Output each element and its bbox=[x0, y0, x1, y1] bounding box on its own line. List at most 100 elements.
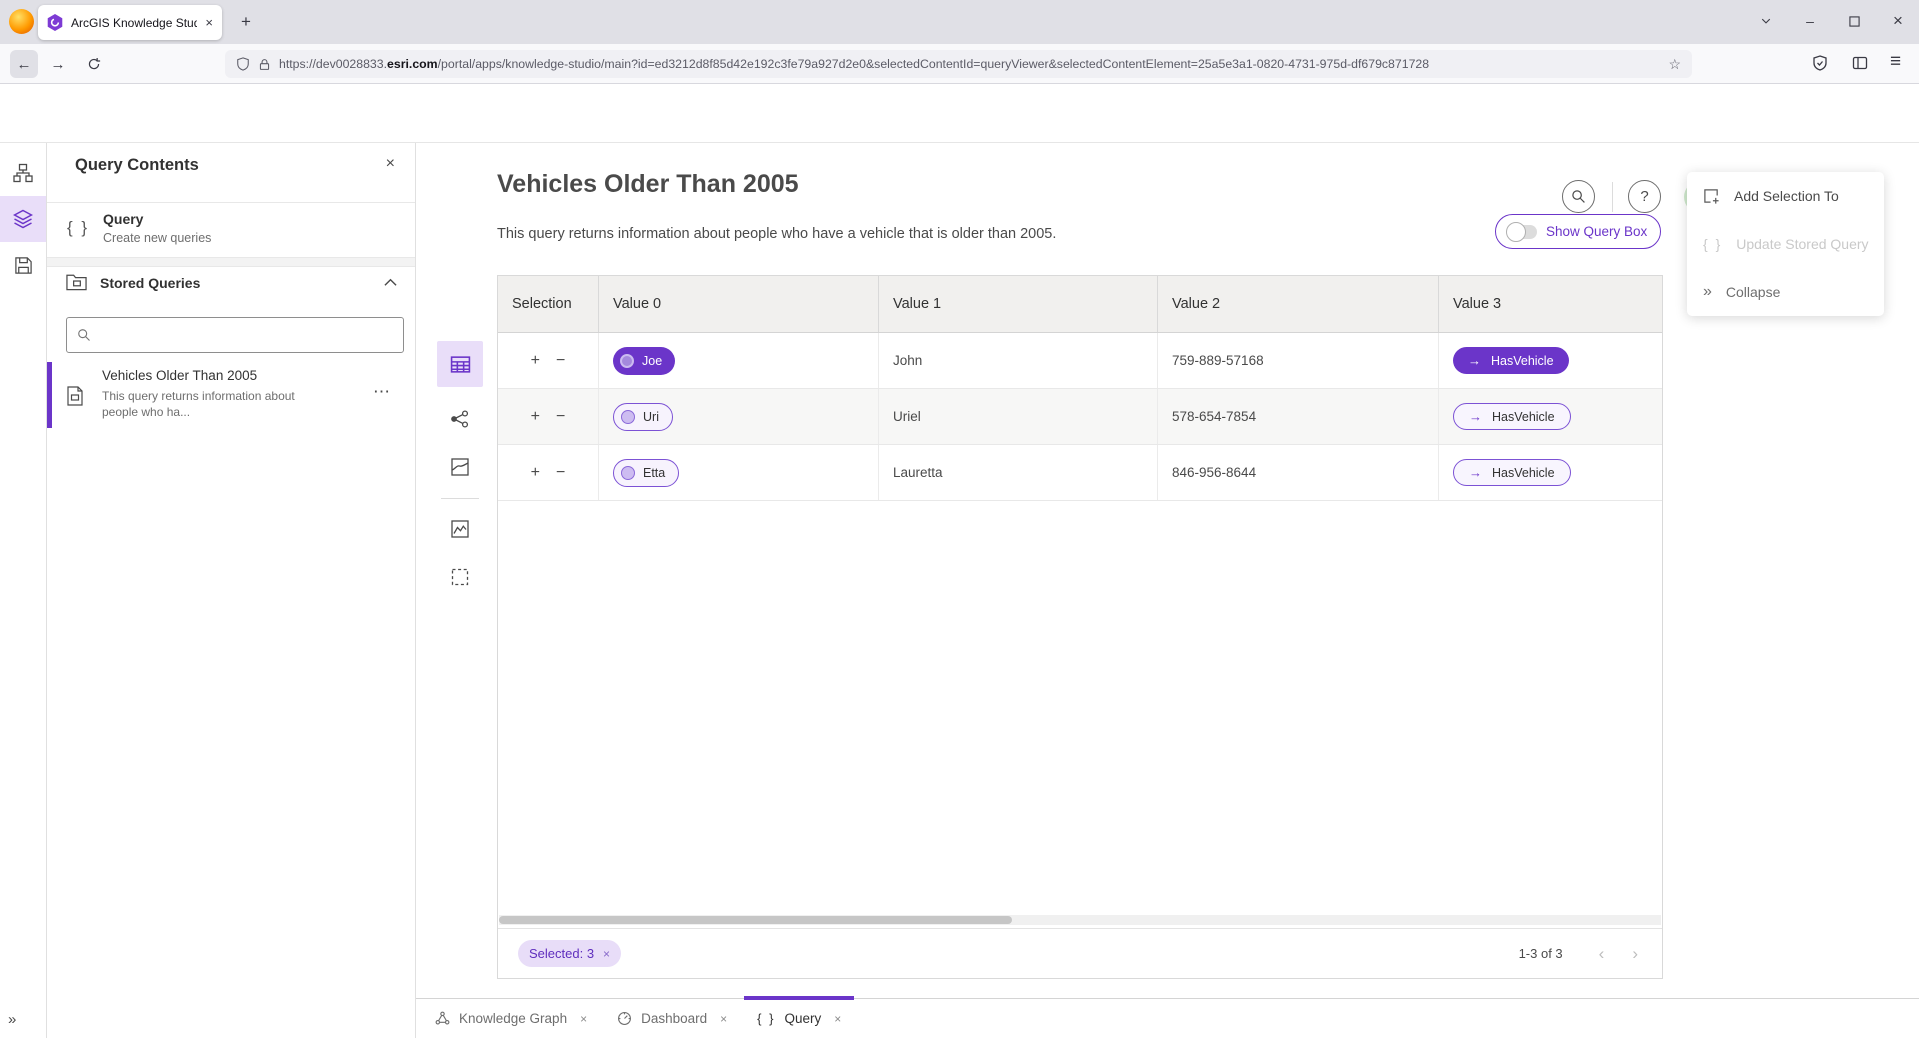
question-icon: ? bbox=[1640, 188, 1648, 205]
stored-queries-title: Stored Queries bbox=[100, 275, 200, 291]
query-item-title: Query bbox=[103, 211, 143, 227]
rail-item-data-model[interactable] bbox=[0, 150, 46, 196]
stored-query-description: This query returns information about peo… bbox=[102, 388, 295, 420]
rail-item-save[interactable] bbox=[0, 242, 46, 288]
sidebars-icon[interactable] bbox=[1852, 55, 1868, 71]
row-select-add-icon[interactable]: + bbox=[531, 352, 540, 370]
relationship-arrow-icon: → bbox=[1469, 409, 1482, 424]
list-tabs-icon[interactable] bbox=[1751, 6, 1781, 36]
entity-type-icon bbox=[621, 466, 635, 480]
search-button[interactable] bbox=[1562, 180, 1595, 213]
row-select-add-icon[interactable]: + bbox=[531, 464, 540, 482]
column-header-value0[interactable]: Value 0 bbox=[599, 276, 879, 332]
search-icon bbox=[1571, 189, 1586, 204]
relationship-label: HasVehicle bbox=[1492, 466, 1555, 480]
panel-close-icon[interactable]: × bbox=[386, 155, 395, 173]
url-text[interactable]: https://dev0028833.esri.com/portal/apps/… bbox=[279, 57, 1660, 71]
menu-item-add-selection-to[interactable]: Add Selection To bbox=[1687, 172, 1884, 220]
column-header-selection[interactable]: Selection bbox=[498, 276, 599, 332]
privacy-shield-icon[interactable] bbox=[1812, 55, 1828, 71]
column-header-value1[interactable]: Value 1 bbox=[879, 276, 1158, 332]
horizontal-scrollbar[interactable] bbox=[499, 915, 1661, 925]
column-header-value2[interactable]: Value 2 bbox=[1158, 276, 1439, 332]
entity-label: Joe bbox=[642, 354, 662, 368]
url-prefix: https://dev0028833. bbox=[279, 57, 387, 71]
tab-label: Knowledge Graph bbox=[459, 1011, 567, 1026]
view-tab-bar: Knowledge Graph × Dashboard × { } Query … bbox=[416, 998, 1919, 1038]
previous-page-icon[interactable]: ‹ bbox=[1599, 944, 1605, 964]
bookmark-star-icon[interactable]: ☆ bbox=[1668, 56, 1681, 73]
reload-button[interactable] bbox=[80, 50, 108, 78]
stored-query-item[interactable]: Vehicles Older Than 2005 This query retu… bbox=[47, 360, 415, 430]
tab-query[interactable]: { } Query × bbox=[742, 999, 856, 1038]
cell-value2: 846-956-8644 bbox=[1172, 465, 1256, 480]
row-select-add-icon[interactable]: + bbox=[531, 408, 540, 426]
tool-link-chart[interactable] bbox=[437, 396, 483, 442]
entity-pill[interactable]: Joe bbox=[613, 347, 675, 375]
row-select-remove-icon[interactable]: − bbox=[556, 408, 565, 426]
stored-queries-search-input[interactable] bbox=[99, 328, 393, 343]
window-maximize-button[interactable] bbox=[1839, 6, 1869, 36]
cell-value2: 578-654-7854 bbox=[1172, 409, 1256, 424]
hamburger-menu-icon[interactable]: ≡ bbox=[1890, 51, 1901, 73]
row-select-remove-icon[interactable]: − bbox=[556, 352, 565, 370]
dashed-square-icon bbox=[450, 567, 470, 587]
tab-knowledge-graph[interactable]: Knowledge Graph × bbox=[420, 999, 602, 1038]
page-title: Vehicles Older Than 2005 bbox=[497, 170, 799, 199]
collapse-icon: » bbox=[1703, 283, 1712, 301]
stored-query-title: Vehicles Older Than 2005 bbox=[102, 368, 257, 383]
column-header-value3[interactable]: Value 3 bbox=[1439, 276, 1662, 332]
cell-value1: John bbox=[893, 353, 922, 368]
table-footer: Selected: 3 × 1-3 of 3 ‹ › bbox=[498, 928, 1662, 978]
help-button[interactable]: ? bbox=[1628, 180, 1661, 213]
next-page-icon[interactable]: › bbox=[1632, 944, 1638, 964]
tab-dashboard[interactable]: Dashboard × bbox=[602, 999, 742, 1038]
url-bar[interactable]: https://dev0028833.esri.com/portal/apps/… bbox=[225, 50, 1692, 78]
scrollbar-thumb[interactable] bbox=[499, 916, 1012, 924]
section-separator bbox=[47, 257, 415, 267]
window-close-button[interactable]: × bbox=[1883, 6, 1913, 36]
menu-item-label: Collapse bbox=[1726, 284, 1780, 300]
relationship-arrow-icon: → bbox=[1468, 353, 1481, 368]
menu-item-collapse[interactable]: » Collapse bbox=[1687, 268, 1884, 316]
relationship-pill[interactable]: → HasVehicle bbox=[1453, 459, 1571, 486]
tab-close-icon[interactable]: × bbox=[580, 1012, 587, 1026]
panel-title: Query Contents bbox=[75, 156, 199, 175]
lock-icon[interactable] bbox=[258, 58, 271, 71]
tab-close-icon[interactable]: × bbox=[205, 15, 213, 30]
clear-selection-icon[interactable]: × bbox=[603, 947, 610, 961]
tab-close-icon[interactable]: × bbox=[720, 1012, 727, 1026]
more-options-icon[interactable]: ⋯ bbox=[373, 382, 391, 402]
browser-tab[interactable]: ArcGIS Knowledge Studio × bbox=[38, 5, 222, 40]
back-button[interactable]: ← bbox=[10, 50, 38, 78]
selected-count-label: Selected: 3 bbox=[529, 946, 594, 961]
stored-queries-search[interactable] bbox=[66, 317, 404, 353]
tool-new-map[interactable] bbox=[437, 506, 483, 552]
tool-table-view[interactable] bbox=[437, 341, 483, 387]
new-tab-button[interactable]: + bbox=[233, 9, 259, 35]
selected-count-chip[interactable]: Selected: 3 × bbox=[518, 940, 621, 967]
relationship-pill[interactable]: → HasVehicle bbox=[1453, 347, 1569, 374]
tab-close-icon[interactable]: × bbox=[834, 1012, 841, 1026]
knowledge-graph-icon bbox=[435, 1011, 450, 1026]
expand-rail-icon[interactable]: » bbox=[8, 1011, 16, 1028]
app-header: Certification Project ? PL publisher2 la… bbox=[0, 84, 1919, 143]
rail-item-contents[interactable] bbox=[0, 196, 46, 242]
entity-pill[interactable]: Uri bbox=[613, 403, 673, 431]
tool-map[interactable] bbox=[437, 444, 483, 490]
row-select-remove-icon[interactable]: − bbox=[556, 464, 565, 482]
collapse-section-icon[interactable] bbox=[384, 278, 397, 287]
tracking-shield-icon[interactable] bbox=[236, 57, 250, 71]
app-window: ArcGIS Knowledge Studio × + – × ← → bbox=[0, 0, 1919, 1038]
forward-button[interactable]: → bbox=[44, 50, 72, 78]
window-minimize-button[interactable]: – bbox=[1795, 6, 1825, 36]
tool-selection-extent[interactable] bbox=[437, 554, 483, 600]
braces-icon: { } bbox=[757, 1011, 775, 1026]
show-query-box-toggle[interactable]: Show Query Box bbox=[1495, 214, 1661, 249]
firefox-icon[interactable] bbox=[9, 9, 34, 34]
toggle-switch[interactable] bbox=[1509, 225, 1537, 239]
entity-pill[interactable]: Etta bbox=[613, 459, 679, 487]
relationship-label: HasVehicle bbox=[1491, 354, 1554, 368]
relationship-pill[interactable]: → HasVehicle bbox=[1453, 403, 1571, 430]
menu-item-update-stored-query[interactable]: { } Update Stored Query bbox=[1687, 220, 1884, 268]
